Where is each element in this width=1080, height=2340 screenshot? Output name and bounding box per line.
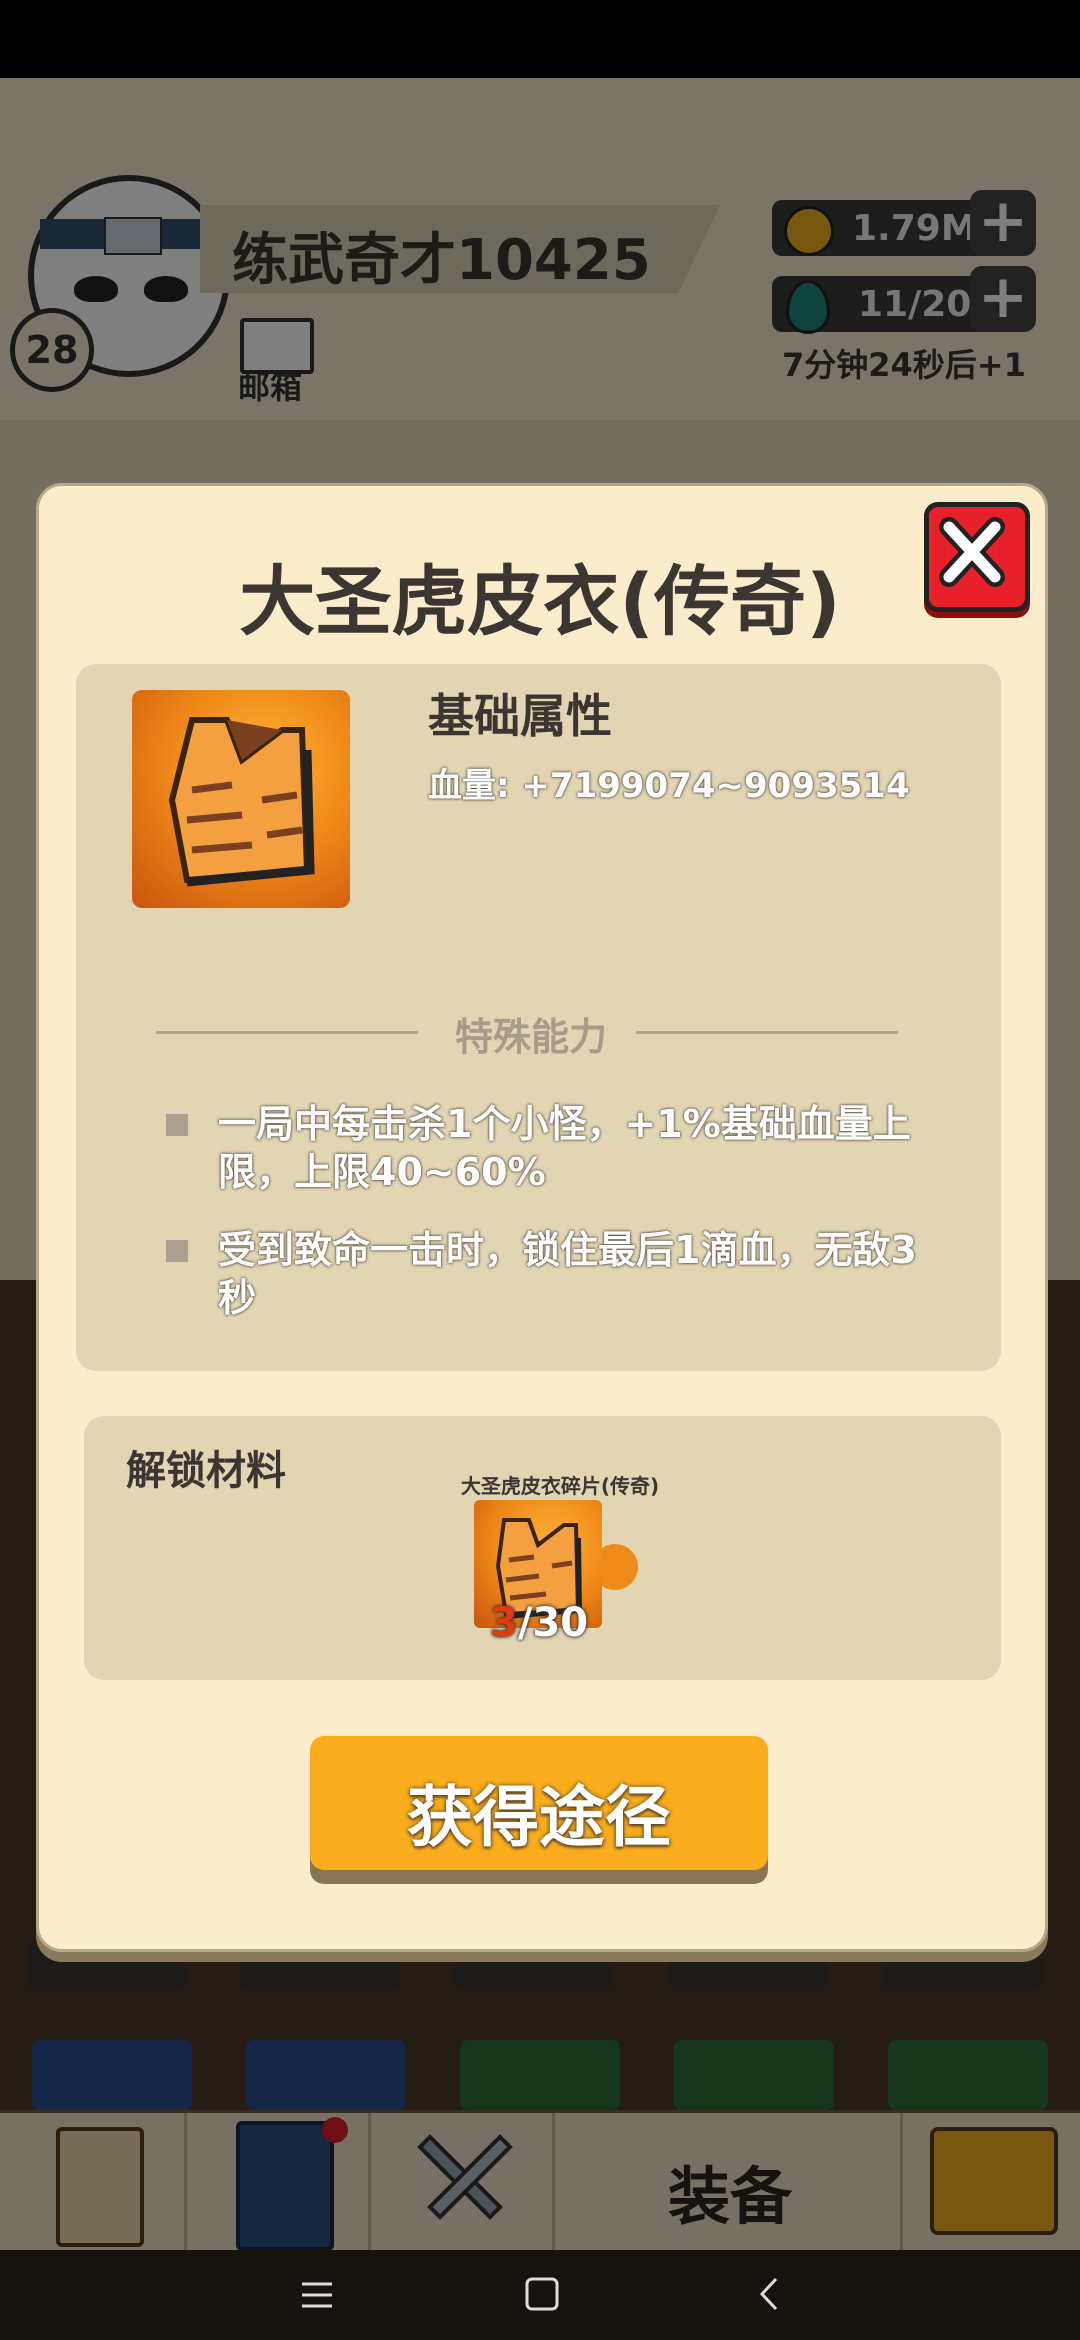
bullet-icon [166,1114,188,1136]
base-attributes-title: 基础属性 [428,689,612,743]
tiger-vest-icon [132,690,350,908]
item-title: 大圣虎皮衣(传奇) [239,557,841,646]
back-icon[interactable] [754,2276,784,2316]
fragment-count: 3/30 [490,1600,588,1646]
special-abilities-title: 特殊能力 [454,1015,607,1059]
ability-text: 受到致命一击时，锁住最后1滴血，无敌3秒 [218,1228,917,1320]
fragment-required: /30 [517,1600,589,1646]
menu-icon[interactable] [300,2278,334,2316]
ability-text: 一局中每击杀1个小怪，+1%基础血量上限，上限40~60% [218,1102,911,1194]
fragment-owned: 3 [490,1600,518,1646]
system-nav-bar [0,2250,1080,2340]
home-icon[interactable] [524,2276,560,2316]
hp-stat: 血量: +7199074~9093514 [428,766,910,806]
fragment-name: 大圣虎皮衣碎片(传奇) [460,1474,660,1498]
unlock-materials-title: 解锁材料 [126,1448,286,1494]
status-bar [0,0,1080,78]
bullet-icon [166,1240,188,1262]
obtain-methods-label[interactable]: 获得途径 [310,1764,768,1860]
